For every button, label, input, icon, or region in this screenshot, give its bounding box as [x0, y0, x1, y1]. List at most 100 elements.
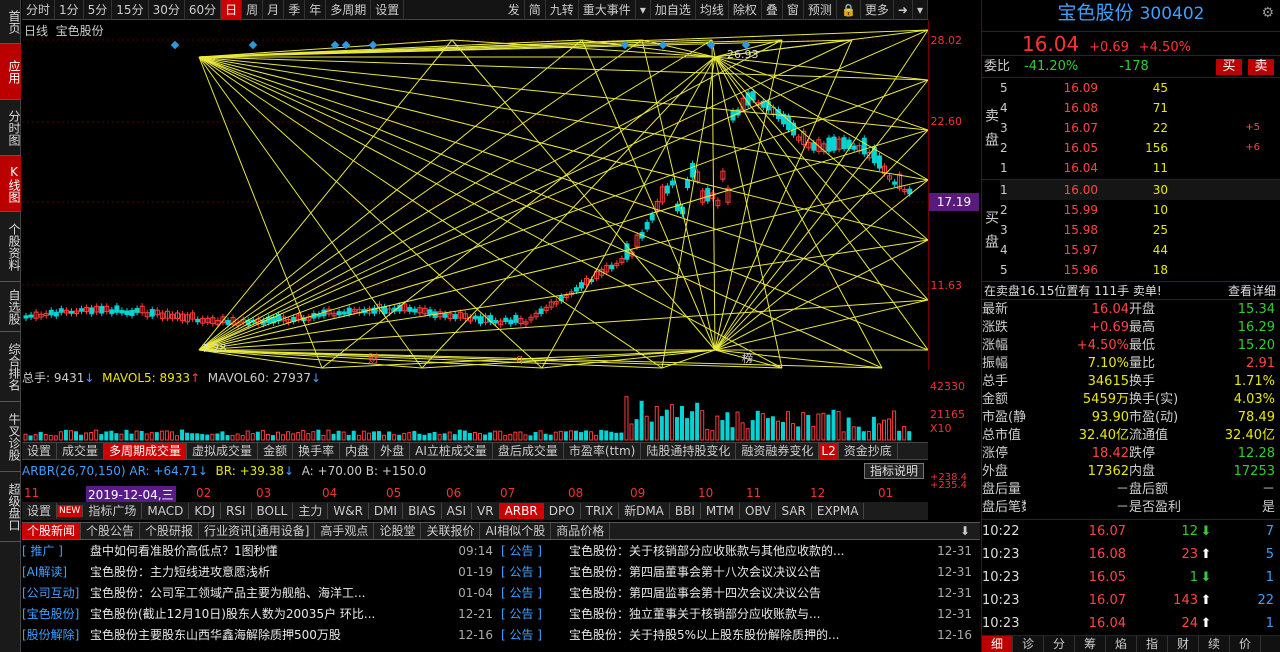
sidebar-diagnosis[interactable]: 牛叉诊股	[0, 402, 21, 472]
sidebar-intraday[interactable]: 分时图	[0, 100, 21, 156]
period-tab[interactable]: 30分	[149, 0, 185, 20]
ind-tab-settings[interactable]: 设置	[22, 443, 58, 459]
list-item[interactable]: [ 公告 ] 宝色股份：独立董事关于核销部分应收账款与... 12-31	[501, 604, 980, 625]
ma-button[interactable]: 均线	[696, 0, 729, 20]
ind2-tab[interactable]: BBI	[670, 503, 701, 519]
ind2-tab[interactable]: KDJ	[189, 503, 221, 519]
order-book-row[interactable]: 4 16.08 71	[1000, 98, 1280, 118]
ind-tab[interactable]: 金额	[258, 443, 294, 459]
news-tab[interactable]: 个股公告	[81, 523, 141, 539]
volume-chart[interactable]	[22, 386, 928, 441]
order-book-row[interactable]: 1 16.00 30	[1000, 180, 1280, 200]
order-book-row[interactable]: 5 16.09 45	[1000, 78, 1280, 98]
gear-icon[interactable]: ⚙	[1261, 0, 1274, 26]
sidebar-level2[interactable]: 超级盘口	[0, 472, 21, 542]
ind-tab[interactable]: 虚拟成交量	[187, 443, 259, 459]
list-item[interactable]: [公司互动] 宝色股份：公司军工领域产品主要为舰船、海洋工... 01-04	[22, 583, 501, 604]
sidebar-kline[interactable]: K线图	[0, 156, 21, 212]
ind2-tab[interactable]: EXPMA	[812, 503, 865, 519]
period-tab[interactable]: 分时	[22, 0, 56, 20]
ind-tab[interactable]: AI立桩成交量	[410, 443, 493, 459]
post-button[interactable]: 发	[504, 0, 525, 20]
ind-tab[interactable]: 换手率	[293, 443, 341, 459]
jiuzhuan-button[interactable]: 九转	[546, 0, 579, 20]
period-tab-day[interactable]: 日	[221, 0, 243, 20]
more-button[interactable]: 更多	[861, 0, 894, 20]
ind2-tab[interactable]: SAR	[776, 503, 812, 519]
sell-button[interactable]: 卖	[1248, 59, 1274, 75]
ind2-tab[interactable]: RSI	[221, 503, 252, 519]
ind2-tab[interactable]: MTM	[701, 503, 740, 519]
ind2-tab[interactable]: MACD	[142, 503, 190, 519]
bottom-tab[interactable]: 焰	[1106, 636, 1137, 652]
bottom-tab[interactable]: 细	[982, 636, 1013, 652]
bottom-tab[interactable]: 筹	[1075, 636, 1106, 652]
sidebar-home[interactable]: 首页	[0, 0, 21, 44]
ind2-tab[interactable]: 主力	[293, 503, 329, 519]
order-book-row[interactable]: 3 15.98 25	[1000, 220, 1280, 240]
period-tab[interactable]: 1分	[55, 0, 84, 20]
kline-chart[interactable]: 26.93 7.28 财 q 榜	[22, 20, 928, 370]
ind2-tab[interactable]: BIAS	[403, 503, 442, 519]
exright-button[interactable]: 除权	[729, 0, 762, 20]
news-tab-stock-news[interactable]: 个股新闻	[22, 523, 82, 539]
add-watchlist-button[interactable]: 加自选	[651, 0, 696, 20]
ind2-tab-arbr[interactable]: ARBR	[499, 503, 544, 519]
forecast-button[interactable]: 预测	[804, 0, 837, 20]
event-diamond[interactable]	[248, 40, 258, 50]
period-tab[interactable]: 年	[305, 0, 327, 20]
list-item[interactable]: [宝色股份] 宝色股份(截止12月10日)股东人数为20035户 环比... 12-…	[22, 604, 501, 625]
bottom-tab[interactable]: 续	[1199, 636, 1230, 652]
ind2-tab[interactable]: W&R	[328, 503, 369, 519]
news-tab[interactable]: 关联报价	[421, 523, 481, 539]
sidebar-profile[interactable]: 个股资料	[0, 212, 21, 282]
ind2-tab[interactable]: DPO	[544, 503, 581, 519]
ind2-tab[interactable]: DMI	[369, 503, 404, 519]
order-book-row[interactable]: 1 16.04 11	[1000, 158, 1280, 178]
list-item[interactable]: [ 推广 ] 盘中如何看准股价高低点？1图秒懂 09:14	[22, 541, 501, 562]
period-tab[interactable]: 季	[284, 0, 306, 20]
ind-tab[interactable]: 内盘	[340, 443, 376, 459]
order-book-row[interactable]: 3 16.07 22 +5	[1000, 118, 1280, 138]
ind-tab[interactable]: 成交量	[57, 443, 105, 459]
ind-tab-multi-volume[interactable]: 多周期成交量	[104, 443, 188, 459]
overlay-button[interactable]: 叠	[762, 0, 783, 20]
exit-icon[interactable]: ➜	[894, 0, 913, 20]
event-diamond[interactable]	[368, 40, 378, 50]
ind2-tab[interactable]: TRIX	[581, 503, 620, 519]
ind-tab[interactable]: 市盈率(ttm)	[564, 443, 642, 459]
indicator-help-button[interactable]: 指标说明	[863, 463, 924, 479]
bottom-tab[interactable]: 价	[1230, 636, 1261, 652]
news-tab[interactable]: 商品价格	[551, 523, 611, 539]
list-item[interactable]: [ 公告 ] 宝色股份：关于核销部分应收账款与其他应收款的... 12-31	[501, 541, 980, 562]
event-marker-q[interactable]: q	[516, 352, 523, 365]
event-marker-fin[interactable]: 财	[368, 351, 379, 365]
buy-button[interactable]: 买	[1216, 59, 1242, 75]
sidebar-ranking[interactable]: 综合排名	[0, 332, 21, 402]
view-detail-link[interactable]: 查看详细	[1228, 282, 1280, 299]
ind-tab[interactable]: 外盘	[375, 443, 411, 459]
chevron-down-icon[interactable]: ▾	[636, 0, 651, 20]
order-book-row[interactable]: 5 15.96 18	[1000, 260, 1280, 280]
event-marker-rank[interactable]: 榜	[742, 351, 753, 365]
chevron-down-icon[interactable]: ▾	[913, 0, 928, 20]
ind-tab[interactable]: 融资融券变化	[736, 443, 820, 459]
settings-button[interactable]: 设置	[371, 0, 405, 20]
ind2-tab[interactable]: 指标广场	[83, 503, 143, 519]
event-diamond[interactable]	[620, 40, 630, 50]
list-item[interactable]: [ 公告 ] 宝色股份：第四届董事会第十八次会议决议公告 12-31	[501, 562, 980, 583]
event-diamond[interactable]	[170, 40, 180, 50]
sidebar-watchlist[interactable]: 自选股	[0, 282, 21, 332]
period-tab[interactable]: 5分	[84, 0, 113, 20]
window-button[interactable]: 窗	[783, 0, 804, 20]
ind2-tab[interactable]: 新DMA	[619, 503, 670, 519]
ind2-settings[interactable]: 设置	[22, 503, 58, 519]
news-tab[interactable]: AI相似个股	[480, 523, 552, 539]
period-tab[interactable]: 月	[263, 0, 285, 20]
news-tab[interactable]: 高手观点	[315, 523, 375, 539]
ind-tab[interactable]: 盘后成交量	[493, 443, 564, 459]
list-item[interactable]: [ 公告 ] 宝色股份：第四届监事会第十四次会议决议公告 12-31	[501, 583, 980, 604]
period-tab[interactable]: 60分	[185, 0, 222, 20]
list-item[interactable]: [ 公告 ] 宝色股份：关于持股5%以上股东股份解除质押的... 12-16	[501, 625, 980, 646]
order-book-row[interactable]: 2 15.99 10	[1000, 200, 1280, 220]
